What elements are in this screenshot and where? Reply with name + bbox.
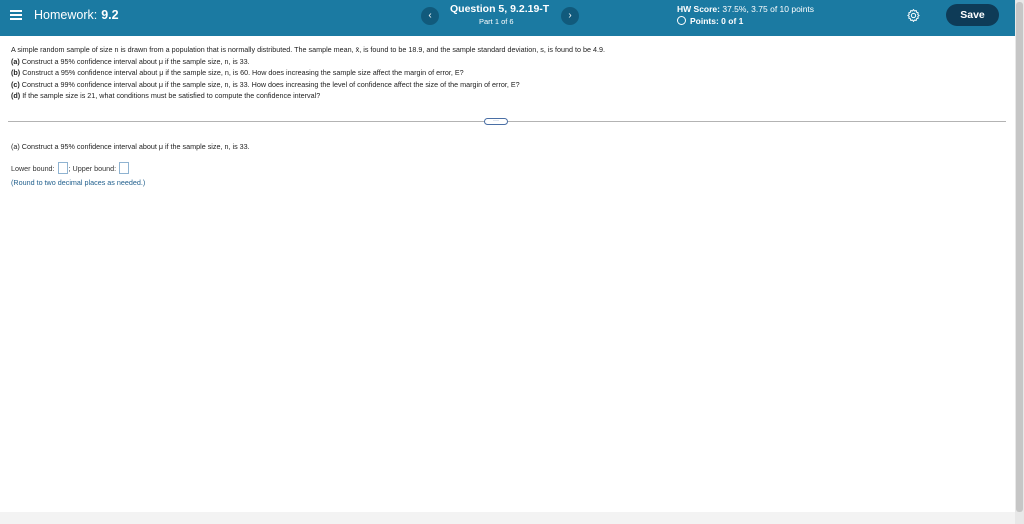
problem-part-c: (c) Construct a 99% confidence interval … — [11, 79, 520, 89]
hw-score: HW Score: 37.5%, 3.75 of 10 points — [677, 4, 814, 14]
rounding-hint: (Round to two decimal places as needed.) — [11, 178, 146, 187]
problem-statement: A simple random sample of size n is draw… — [11, 44, 605, 102]
lower-bound-label: Lower bound: — [11, 163, 55, 173]
problem-intro: A simple random sample of size n is draw… — [11, 45, 605, 54]
hw-score-label: HW Score: — [677, 4, 720, 14]
problem-part-b: (b) Construct a 95% confidence interval … — [11, 68, 464, 78]
expand-divider-button[interactable]: ··· — [484, 118, 508, 125]
problem-part-a: (a) Construct a 95% confidence interval … — [11, 56, 250, 66]
bottom-bar — [0, 512, 1015, 524]
points-text: Points: 0 of 1 — [690, 16, 744, 26]
save-button[interactable]: Save — [946, 4, 999, 26]
upper-bound-label: ; Upper bound: — [68, 163, 117, 173]
homework-label: Homework: — [34, 8, 98, 22]
part-a-question: (a) Construct a 95% confidence interval … — [11, 142, 250, 151]
homework-name: 9.2 — [101, 8, 119, 22]
previous-question-button[interactable]: ‹ — [421, 7, 439, 25]
upper-bound-input[interactable] — [119, 162, 130, 174]
points-circle-icon — [677, 16, 686, 25]
top-bar: Homework: 9.2 ‹ Question 5, 9.2.19-T Part… — [0, 0, 1015, 36]
points-status: Points: 0 of 1 — [677, 16, 743, 26]
gear-icon[interactable] — [906, 8, 921, 23]
hw-score-value: 37.5%, 3.75 of 10 points — [722, 4, 815, 14]
answer-row: Lower bound: ; Upper bound: — [11, 162, 130, 174]
problem-part-d: (d) If the sample size is 21, what condi… — [11, 91, 321, 101]
question-title: Question 5, 9.2.19-T — [450, 3, 550, 15]
question-part: Part 1 of 6 — [479, 17, 514, 26]
homework-title: Homework: 9.2 — [34, 8, 119, 22]
scrollbar-thumb[interactable] — [1016, 2, 1023, 512]
lower-bound-input[interactable] — [57, 162, 68, 174]
next-question-button[interactable]: › — [561, 7, 579, 25]
hamburger-menu-icon[interactable] — [10, 9, 22, 21]
